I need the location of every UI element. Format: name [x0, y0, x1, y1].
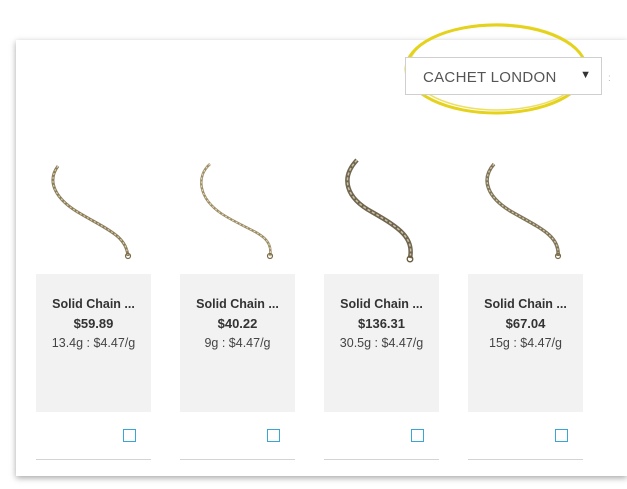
- divider: [468, 459, 583, 460]
- brand-filter-value: CACHET LONDON: [423, 69, 557, 86]
- product-info: Solid Chain ... $67.04 15g : $4.47/g: [468, 274, 583, 412]
- product-card[interactable]: Solid Chain ... $40.22 9g : $4.47/g: [180, 152, 295, 462]
- product-image[interactable]: [36, 152, 151, 270]
- product-name[interactable]: Solid Chain ...: [324, 297, 439, 311]
- brand-filter-dropdown[interactable]: CACHET LONDON ▼: [405, 57, 602, 95]
- product-weight-rate: 15g : $4.47/g: [489, 336, 562, 350]
- compare-checkbox[interactable]: [555, 429, 568, 442]
- product-card[interactable]: Solid Chain ... $59.89 13.4g : $4.47/g: [36, 152, 151, 462]
- compare-checkbox[interactable]: [123, 429, 136, 442]
- product-card[interactable]: Solid Chain ... $67.04 15g : $4.47/g: [468, 152, 583, 462]
- product-price: $59.89: [73, 316, 114, 331]
- product-card[interactable]: Solid Chain ... $136.31 30.5g : $4.47/g: [324, 152, 439, 462]
- product-image[interactable]: [180, 152, 295, 270]
- product-weight-rate: 30.5g : $4.47/g: [339, 336, 424, 350]
- product-weight-rate: 13.4g : $4.47/g: [51, 336, 136, 350]
- divider: [36, 459, 151, 460]
- product-info: Solid Chain ... $136.31 30.5g : $4.47/g: [324, 274, 439, 412]
- product-price: $67.04: [505, 316, 546, 331]
- product-price: $40.22: [217, 316, 258, 331]
- product-name[interactable]: Solid Chain ...: [468, 297, 583, 311]
- product-name[interactable]: Solid Chain ...: [180, 297, 295, 311]
- chevron-down-icon: ▼: [580, 69, 591, 81]
- product-name[interactable]: Solid Chain ...: [36, 297, 151, 311]
- product-weight-rate: 9g : $4.47/g: [204, 336, 271, 350]
- compare-checkbox[interactable]: [411, 429, 424, 442]
- product-image[interactable]: [324, 152, 439, 270]
- product-image[interactable]: [468, 152, 583, 270]
- product-price: $136.31: [358, 316, 405, 331]
- more-filters-indicator: :: [608, 73, 611, 84]
- compare-checkbox[interactable]: [267, 429, 280, 442]
- product-info: Solid Chain ... $59.89 13.4g : $4.47/g: [36, 274, 151, 412]
- product-info: Solid Chain ... $40.22 9g : $4.47/g: [180, 274, 295, 412]
- divider: [180, 459, 295, 460]
- divider: [324, 459, 439, 460]
